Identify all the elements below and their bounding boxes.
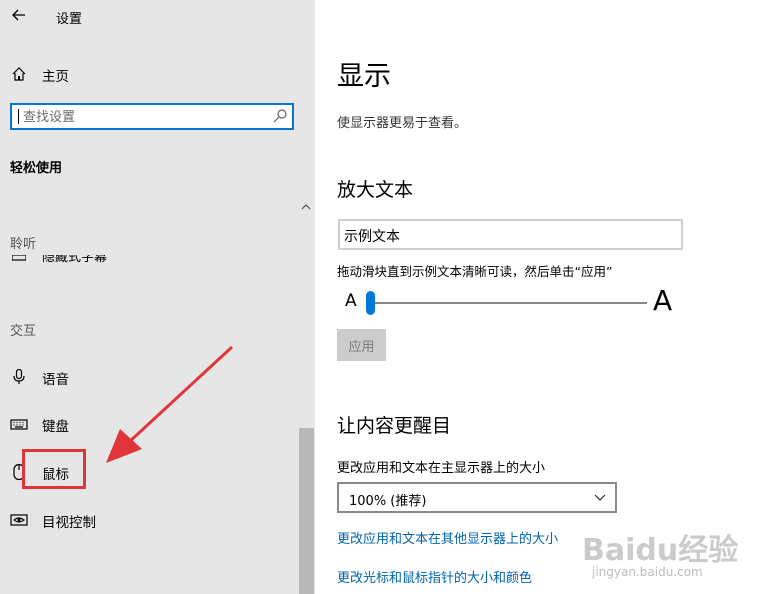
microphone-icon bbox=[13, 368, 25, 384]
keyboard-icon bbox=[10, 419, 28, 430]
search-icon[interactable] bbox=[272, 108, 288, 124]
link-pointer-size[interactable]: 更改光标和鼠标指针的大小和颜色 bbox=[337, 567, 532, 586]
sidebar-item-eye-control[interactable]: 目视控制 bbox=[0, 503, 300, 537]
section-heading-make-bigger: 让内容更醒目 bbox=[337, 415, 452, 437]
search-field[interactable] bbox=[10, 103, 294, 130]
eye-control-icon bbox=[10, 514, 28, 526]
chevron-up-icon[interactable] bbox=[299, 200, 313, 214]
back-button[interactable] bbox=[8, 4, 30, 26]
text-size-slider-track[interactable] bbox=[373, 302, 647, 304]
section-header-hearing: 聆听 bbox=[10, 237, 37, 252]
chevron-down-icon bbox=[594, 494, 606, 501]
category-title: 轻松使用 bbox=[10, 161, 63, 176]
scale-dropdown-value: 100% (推荐) bbox=[349, 494, 427, 509]
page-title: 显示 bbox=[337, 61, 391, 92]
closed-captions-icon bbox=[12, 255, 26, 261]
slider-max-label: A bbox=[653, 284, 673, 317]
watermark-url: jingyan.baidu.com bbox=[592, 565, 703, 579]
sidebar-item-label: 键盘 bbox=[42, 419, 69, 435]
red-arrow-annotation-icon bbox=[106, 345, 234, 463]
text-caret bbox=[18, 109, 19, 124]
back-arrow-icon bbox=[12, 9, 25, 21]
watermark-logo-text: Baidu经验 bbox=[582, 533, 739, 568]
sidebar-item-label: 隐藏式字幕 bbox=[42, 255, 108, 265]
main-content: 显示 使显示器更易于查看。 放大文本 示例文本 拖动滑块直到示例文本清晰可读，然… bbox=[315, 0, 761, 594]
page-subtitle: 使显示器更易于查看。 bbox=[337, 116, 468, 131]
sidebar-item-home[interactable]: 主页 bbox=[0, 57, 300, 91]
link-other-displays[interactable]: 更改应用和文本在其他显示器上的大小 bbox=[337, 528, 558, 547]
size-dropdown-label: 更改应用和文本在主显示器上的大小 bbox=[337, 461, 546, 476]
scale-dropdown[interactable]: 100% (推荐) bbox=[337, 482, 617, 513]
sidebar-item-label: 主页 bbox=[42, 69, 69, 85]
slider-instruction: 拖动滑块直到示例文本清晰可读，然后单击“应用” bbox=[337, 264, 613, 279]
sidebar-scrollbar[interactable] bbox=[299, 428, 314, 594]
search-input[interactable] bbox=[21, 107, 275, 128]
sample-text: 示例文本 bbox=[344, 229, 400, 245]
section-header-interaction: 交互 bbox=[10, 324, 37, 339]
sample-text-box: 示例文本 bbox=[338, 219, 683, 250]
baidu-watermark: Baidu经验 jingyan.baidu.com bbox=[582, 515, 757, 590]
sidebar-item-label: 目视控制 bbox=[42, 515, 96, 531]
highlight-annotation-box bbox=[22, 449, 86, 489]
apply-button[interactable]: 应用 bbox=[337, 329, 386, 361]
sidebar-item-closed-captions[interactable]: 隐藏式字幕 bbox=[10, 255, 160, 267]
window-title: 设置 bbox=[56, 12, 83, 27]
slider-min-label: A bbox=[345, 291, 357, 311]
section-heading-enlarge-text: 放大文本 bbox=[337, 179, 414, 201]
sidebar-item-label: 语音 bbox=[42, 372, 69, 388]
sidebar: 设置 主页 轻松使用 聆听 隐藏式字幕 交互 语音 bbox=[0, 0, 315, 594]
text-size-slider-thumb[interactable] bbox=[366, 291, 375, 315]
home-icon bbox=[12, 67, 26, 81]
